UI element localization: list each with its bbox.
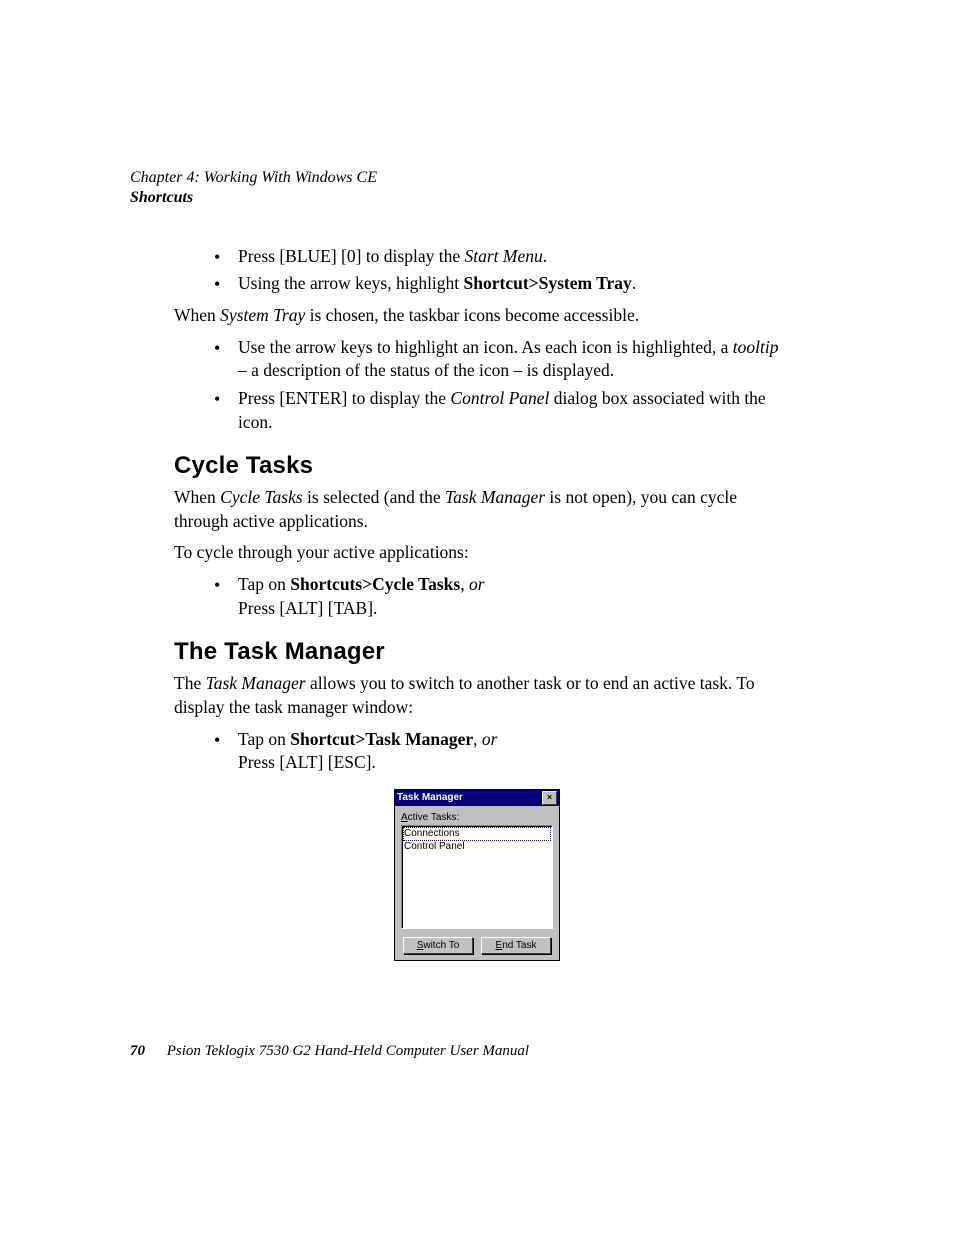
page-footer: 70 Psion Teklogix 7530 G2 Hand-Held Comp… [130, 1043, 780, 1060]
list-item: Tap on Shortcuts>Cycle Tasks, or Press [… [174, 573, 780, 620]
list-item: Press [BLUE] [0] to display the Start Me… [174, 245, 780, 269]
instruction-list-3: Tap on Shortcuts>Cycle Tasks, or Press [… [174, 573, 780, 620]
footer-title: Psion Teklogix 7530 G2 Hand-Held Compute… [167, 1043, 529, 1059]
list-item: Tap on Shortcut>Task Manager, or Press [… [174, 728, 780, 775]
paragraph: When Cycle Tasks is selected (and the Ta… [174, 486, 780, 533]
heading-cycle-tasks: Cycle Tasks [174, 452, 780, 480]
window-title: Task Manager [397, 792, 463, 803]
window-title-bar: Task Manager × [395, 790, 559, 806]
close-icon[interactable]: × [542, 791, 557, 805]
chapter-header: Chapter 4: Working With Windows CE [130, 168, 780, 189]
paragraph: To cycle through your active application… [174, 541, 780, 565]
list-item: Using the arrow keys, highlight Shortcut… [174, 272, 780, 296]
task-listbox[interactable]: Connections Control Panel [401, 825, 553, 929]
paragraph: The Task Manager allows you to switch to… [174, 672, 780, 719]
list-item[interactable]: Control Panel [403, 841, 551, 853]
instruction-list-4: Tap on Shortcut>Task Manager, or Press [… [174, 728, 780, 775]
list-item: Press [ENTER] to display the Control Pan… [174, 387, 780, 434]
page-number: 70 [130, 1043, 145, 1059]
instruction-list-1: Press [BLUE] [0] to display the Start Me… [174, 245, 780, 296]
switch-to-button[interactable]: Switch To [403, 937, 473, 954]
paragraph: When System Tray is chosen, the taskbar … [174, 304, 780, 328]
end-task-button[interactable]: End Task [481, 937, 551, 954]
list-item[interactable]: Connections [403, 827, 551, 841]
list-item: Use the arrow keys to highlight an icon.… [174, 336, 780, 383]
task-manager-window: Task Manager × Active Tasks: Connections… [394, 789, 560, 961]
section-header: Shortcuts [130, 189, 780, 207]
heading-task-manager: The Task Manager [174, 638, 780, 666]
active-tasks-label: Active Tasks: [401, 812, 553, 823]
instruction-list-2: Use the arrow keys to highlight an icon.… [174, 336, 780, 435]
